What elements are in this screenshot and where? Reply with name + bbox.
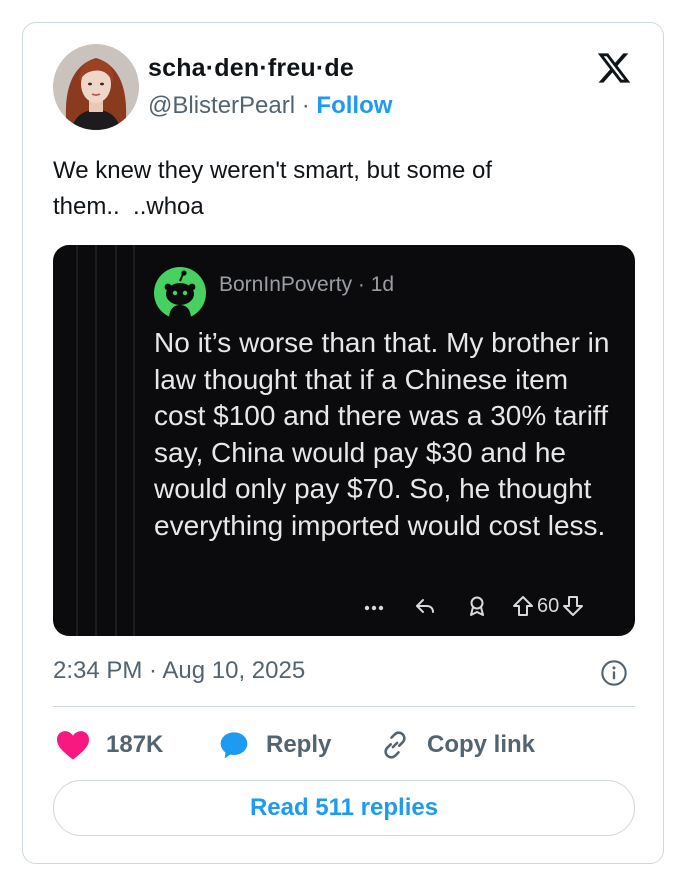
upvote-icon xyxy=(511,594,535,618)
reddit-comment-body: No it’s worse than that. My brother in l… xyxy=(154,327,610,541)
vote-count: 60 xyxy=(537,594,560,617)
display-name[interactable]: scha·den·freu·de xyxy=(148,54,354,83)
copy-link-button[interactable]: Copy link xyxy=(378,727,535,763)
tweet-timestamp[interactable]: 2:34 PM · Aug 10, 2025 xyxy=(53,657,305,685)
tweet-card: scha·den·freu·de @BlisterPearl · Follow … xyxy=(22,22,664,864)
reply-button[interactable]: Reply xyxy=(217,727,331,763)
like-button[interactable]: 187K xyxy=(55,727,163,763)
reddit-action-bar: 60 xyxy=(363,594,623,618)
like-count: 187K xyxy=(106,731,164,758)
reddit-username: BornInPoverty xyxy=(219,273,353,296)
heart-icon xyxy=(55,729,91,761)
user-handle[interactable]: @BlisterPearl xyxy=(148,92,295,119)
post-age: · 1d xyxy=(357,273,395,296)
x-logo-icon[interactable] xyxy=(596,50,632,86)
thread-line xyxy=(95,245,97,636)
speech-bubble-icon xyxy=(217,729,251,761)
embedded-reddit-screenshot[interactable]: BornInPoverty · 1d No it’s worse than th… xyxy=(53,245,635,636)
read-replies-button[interactable]: Read 511 replies xyxy=(53,780,635,836)
tweet-text: We knew they weren't smart, but some of … xyxy=(53,157,492,220)
reddit-avatar-icon xyxy=(154,267,206,319)
more-icon xyxy=(363,594,385,618)
separator-dot: · xyxy=(301,92,310,119)
copy-link-label: Copy link xyxy=(427,731,536,758)
link-icon xyxy=(378,728,412,762)
reply-arrow-icon xyxy=(413,594,437,618)
thread-line xyxy=(115,245,117,636)
thread-line xyxy=(76,245,78,636)
follow-button[interactable]: Follow xyxy=(316,92,392,119)
vote-group: 60 xyxy=(511,594,585,618)
reply-label: Reply xyxy=(266,731,332,758)
handle-row: @BlisterPearl · Follow xyxy=(148,92,392,120)
info-icon[interactable] xyxy=(600,659,628,687)
reddit-username-row: BornInPoverty · 1d xyxy=(219,273,394,297)
downvote-icon xyxy=(561,594,585,618)
avatar[interactable] xyxy=(53,44,139,130)
award-icon xyxy=(465,594,489,618)
thread-line xyxy=(133,245,135,636)
divider xyxy=(53,706,635,707)
